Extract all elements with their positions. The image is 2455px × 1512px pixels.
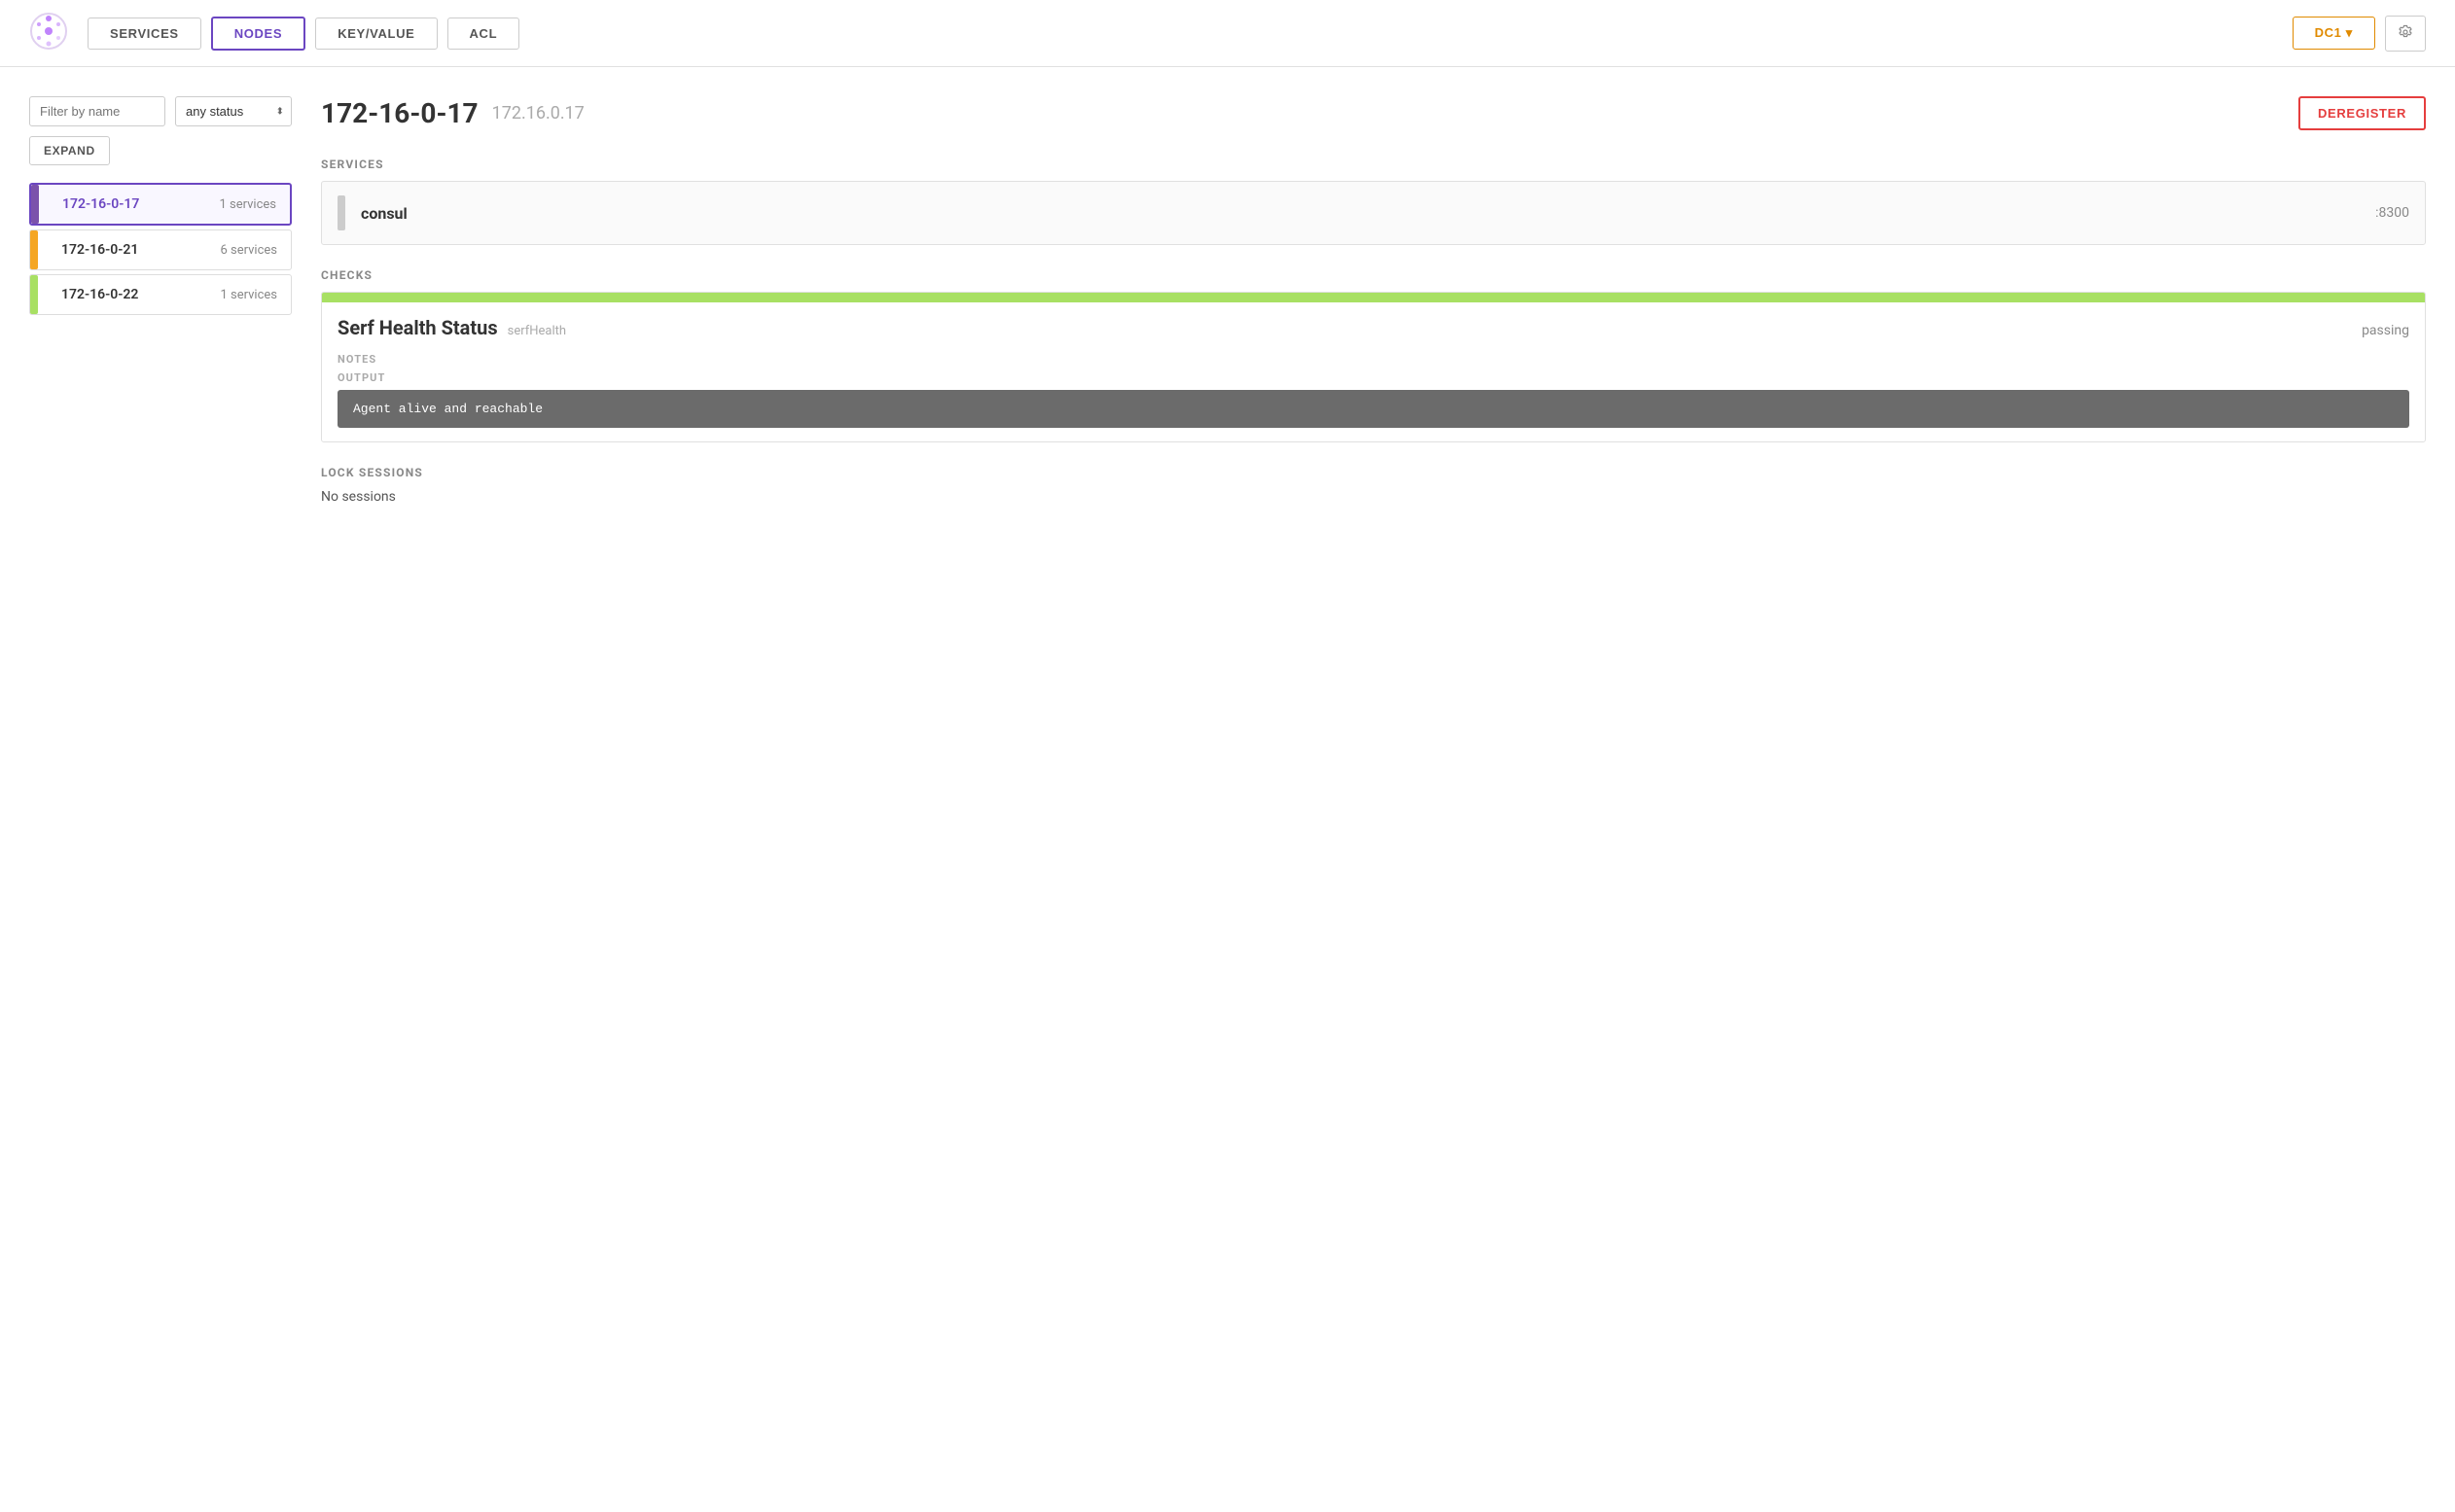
node-status-bar — [30, 230, 38, 269]
node-detail-ip: 172.16.0.17 — [492, 103, 585, 123]
node-item[interactable]: 172-16-0-17 1 services — [29, 183, 292, 226]
node-services-count: 1 services — [219, 197, 276, 212]
node-list: 172-16-0-17 1 services 172-16-0-21 6 ser… — [29, 183, 292, 315]
deregister-button[interactable]: DEREGISTER — [2298, 96, 2426, 130]
node-name: 172-16-0-21 — [61, 242, 138, 258]
logo — [29, 12, 78, 54]
nodes-nav-button[interactable]: NODES — [211, 17, 305, 51]
settings-button[interactable] — [2385, 16, 2426, 52]
node-status-bar — [30, 275, 38, 314]
service-row: consul :8300 — [321, 181, 2426, 245]
node-detail-header: 172-16-0-17 172.16.0.17 DEREGISTER — [321, 96, 2426, 130]
node-name: 172-16-0-17 — [62, 196, 139, 212]
node-services-count: 1 services — [220, 288, 277, 302]
check-output-label: OUTPUT — [338, 371, 2409, 384]
lock-sessions-label: LOCK SESSIONS — [321, 466, 2426, 479]
check-card-body: Serf Health Status serfHealth passing NO… — [322, 302, 2425, 441]
check-id: serfHealth — [508, 324, 566, 338]
left-panel: any status passing warning critical EXPA… — [29, 96, 292, 1483]
keyvalue-nav-button[interactable]: KEY/VALUE — [315, 18, 437, 50]
node-item[interactable]: 172-16-0-22 1 services — [29, 274, 292, 315]
right-panel: 172-16-0-17 172.16.0.17 DEREGISTER SERVI… — [321, 96, 2426, 1483]
main-layout: any status passing warning critical EXPA… — [0, 67, 2455, 1512]
expand-button[interactable]: EXPAND — [29, 136, 110, 165]
status-filter-select[interactable]: any status passing warning critical — [175, 96, 292, 126]
node-item[interactable]: 172-16-0-21 6 services — [29, 229, 292, 270]
nav-bar: SERVICES NODES KEY/VALUE ACL DC1 ▾ — [0, 0, 2455, 67]
checks-section: CHECKS Serf Health Status serfHealth pas… — [321, 268, 2426, 442]
gear-icon — [2398, 24, 2413, 40]
status-filter-wrapper: any status passing warning critical — [175, 96, 292, 126]
no-sessions-text: No sessions — [321, 489, 2426, 505]
check-status-text: passing — [2362, 323, 2409, 338]
filter-name-input[interactable] — [29, 96, 165, 126]
checks-section-label: CHECKS — [321, 268, 2426, 282]
acl-nav-button[interactable]: ACL — [447, 18, 520, 50]
node-status-bar — [31, 185, 39, 224]
services-section-label: SERVICES — [321, 158, 2426, 171]
filter-row: any status passing warning critical EXPA… — [29, 96, 292, 165]
services-section: SERVICES consul :8300 — [321, 158, 2426, 245]
check-name: Serf Health Status — [338, 316, 498, 339]
node-name: 172-16-0-22 — [61, 287, 138, 302]
check-title-row: Serf Health Status serfHealth passing — [338, 316, 2409, 339]
check-output-block: Agent alive and reachable — [338, 390, 2409, 428]
service-port: :8300 — [2375, 205, 2409, 221]
dc-selector-button[interactable]: DC1 ▾ — [2293, 17, 2375, 50]
service-status-bar — [338, 195, 345, 230]
check-notes-label: NOTES — [338, 353, 2409, 366]
check-card: Serf Health Status serfHealth passing NO… — [321, 292, 2426, 442]
node-services-count: 6 services — [220, 243, 277, 258]
service-name: consul — [361, 204, 408, 223]
services-nav-button[interactable]: SERVICES — [88, 18, 201, 50]
lock-sessions-section: LOCK SESSIONS No sessions — [321, 466, 2426, 505]
check-status-bar — [322, 293, 2425, 302]
node-detail-title: 172-16-0-17 — [321, 97, 479, 129]
